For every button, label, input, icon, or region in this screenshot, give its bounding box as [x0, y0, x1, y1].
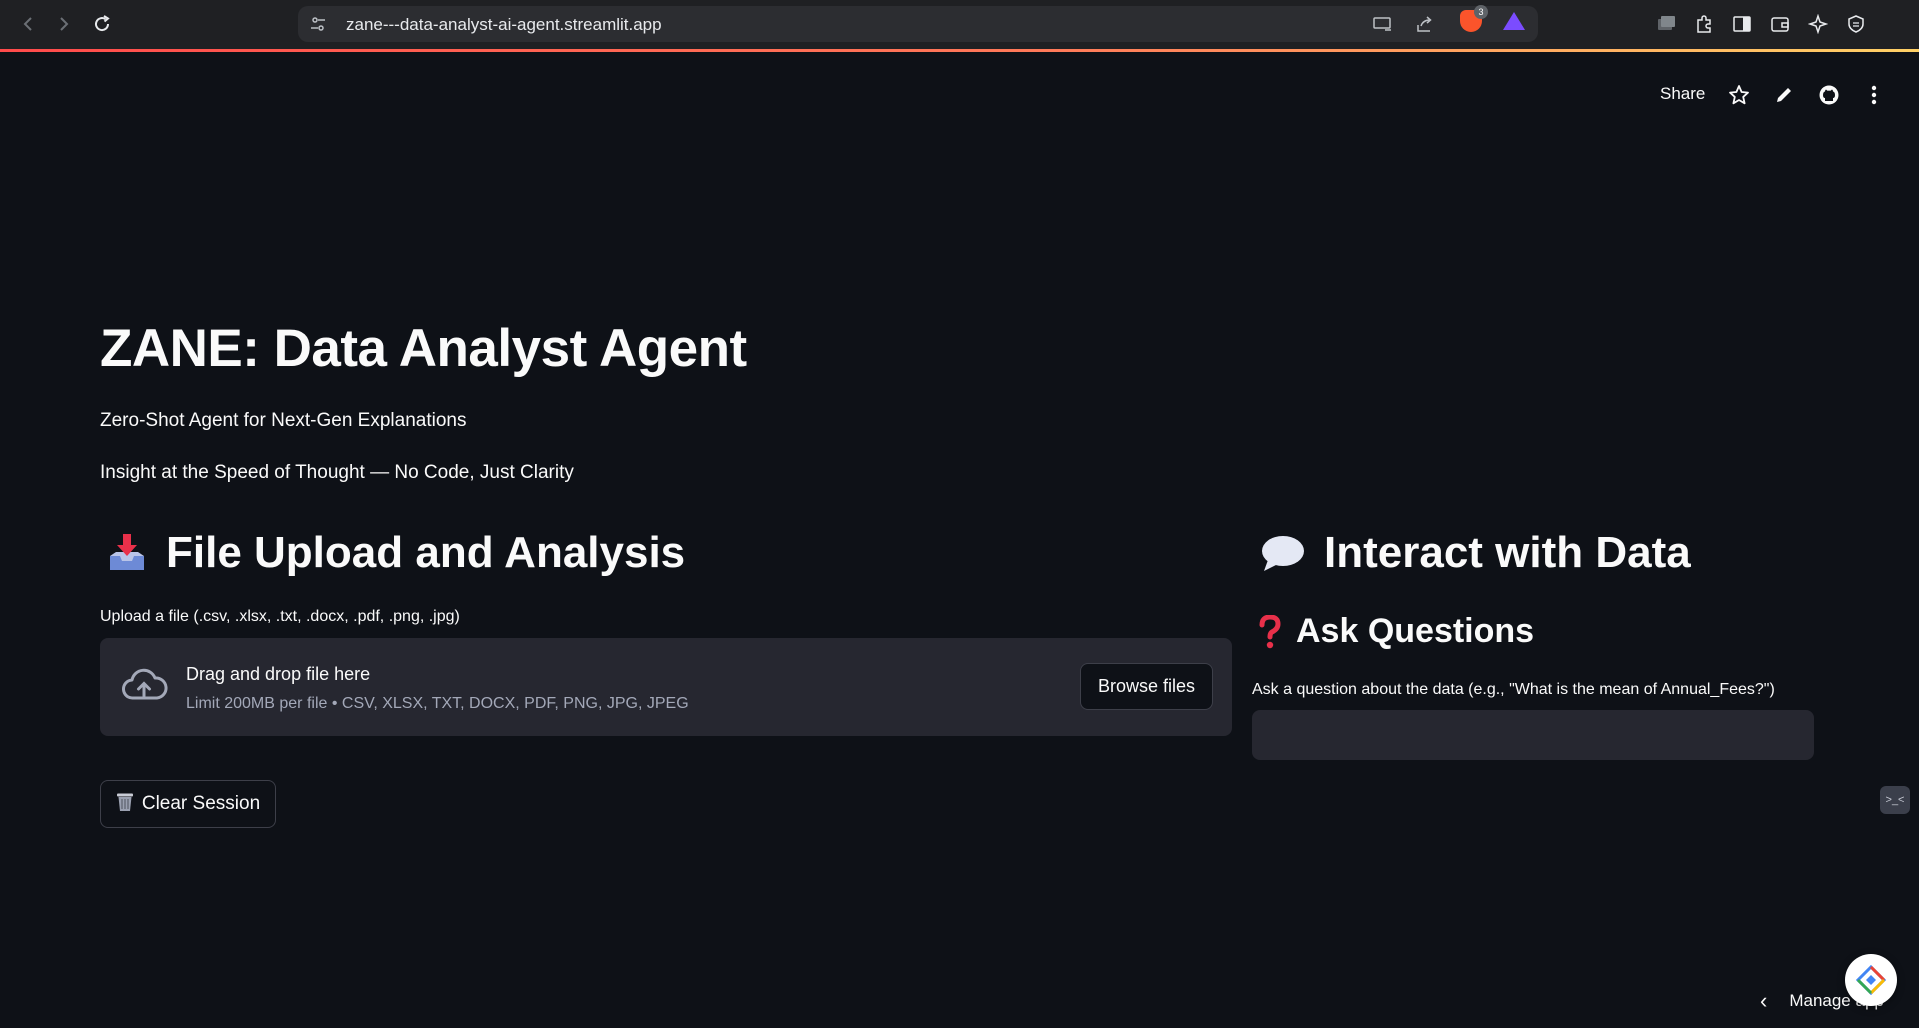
- inbox-tray-icon: [106, 532, 148, 574]
- reload-icon[interactable]: [88, 10, 116, 38]
- back-icon[interactable]: [14, 10, 42, 38]
- browser-toolbar: zane---data-analyst-ai-agent.streamlit.a…: [0, 0, 1919, 49]
- tab-media-icon[interactable]: [1654, 12, 1678, 36]
- page-accent-line: [0, 49, 1919, 52]
- clear-session-label: Clear Session: [141, 793, 261, 814]
- page-tagline: Insight at the Speed of Thought — No Cod…: [100, 462, 574, 483]
- forward-icon[interactable]: [50, 10, 78, 38]
- cloud-upload-icon: [120, 666, 168, 706]
- github-icon[interactable]: [1816, 82, 1842, 108]
- chevron-left-icon: ‹: [1760, 988, 1768, 1013]
- brave-rewards-icon[interactable]: [1503, 12, 1525, 30]
- more-vertical-icon[interactable]: [1861, 82, 1887, 108]
- question-mark-icon: [1258, 614, 1282, 649]
- ask-questions-heading: Ask Questions: [1258, 612, 1534, 651]
- share-button[interactable]: Share: [1660, 84, 1705, 104]
- site-settings-icon[interactable]: [308, 14, 328, 34]
- vpn-shield-icon[interactable]: [1844, 12, 1868, 36]
- wallet-icon[interactable]: [1768, 12, 1792, 36]
- question-input[interactable]: [1252, 710, 1814, 760]
- pencil-icon[interactable]: [1771, 82, 1797, 108]
- browse-files-button[interactable]: Browse files: [1080, 663, 1213, 710]
- upload-label: Upload a file (.csv, .xlsx, .txt, .docx,…: [100, 608, 460, 625]
- dropzone-limit-text: Limit 200MB per file • CSV, XLSX, TXT, D…: [186, 695, 689, 712]
- cast-icon[interactable]: [1373, 14, 1393, 34]
- upload-section-heading: File Upload and Analysis: [106, 528, 685, 578]
- extensions-icon[interactable]: [1692, 12, 1716, 36]
- url-text[interactable]: zane---data-analyst-ai-agent.streamlit.a…: [346, 15, 662, 35]
- clear-session-button[interactable]: Clear Session: [100, 780, 276, 828]
- page-title: ZANE: Data Analyst Agent: [100, 319, 747, 378]
- interact-section-heading: Interact with Data: [1260, 528, 1691, 578]
- share-page-icon[interactable]: [1414, 14, 1434, 34]
- page-subtitle: Zero-Shot Agent for Next-Gen Explanation…: [100, 410, 467, 431]
- leo-ai-icon[interactable]: [1806, 12, 1830, 36]
- assistant-launcher-icon[interactable]: [1845, 954, 1897, 1006]
- wastebasket-icon: [116, 792, 134, 817]
- ask-questions-title: Ask Questions: [1296, 612, 1535, 650]
- file-dropzone[interactable]: Drag and drop file here Limit 200MB per …: [100, 638, 1232, 736]
- star-icon[interactable]: [1726, 82, 1752, 108]
- sidebar-toggle-icon[interactable]: [1730, 12, 1754, 36]
- dev-console-icon[interactable]: >_<: [1880, 786, 1910, 814]
- interact-section-title: Interact with Data: [1324, 528, 1691, 577]
- dropzone-instructions: Drag and drop file here: [186, 664, 371, 684]
- speech-bubble-icon: [1260, 533, 1306, 573]
- upload-section-title: File Upload and Analysis: [166, 528, 686, 577]
- brave-shield-count: 3: [1474, 5, 1488, 19]
- question-input-label: Ask a question about the data (e.g., "Wh…: [1252, 681, 1775, 698]
- address-bar[interactable]: zane---data-analyst-ai-agent.streamlit.a…: [298, 6, 1538, 42]
